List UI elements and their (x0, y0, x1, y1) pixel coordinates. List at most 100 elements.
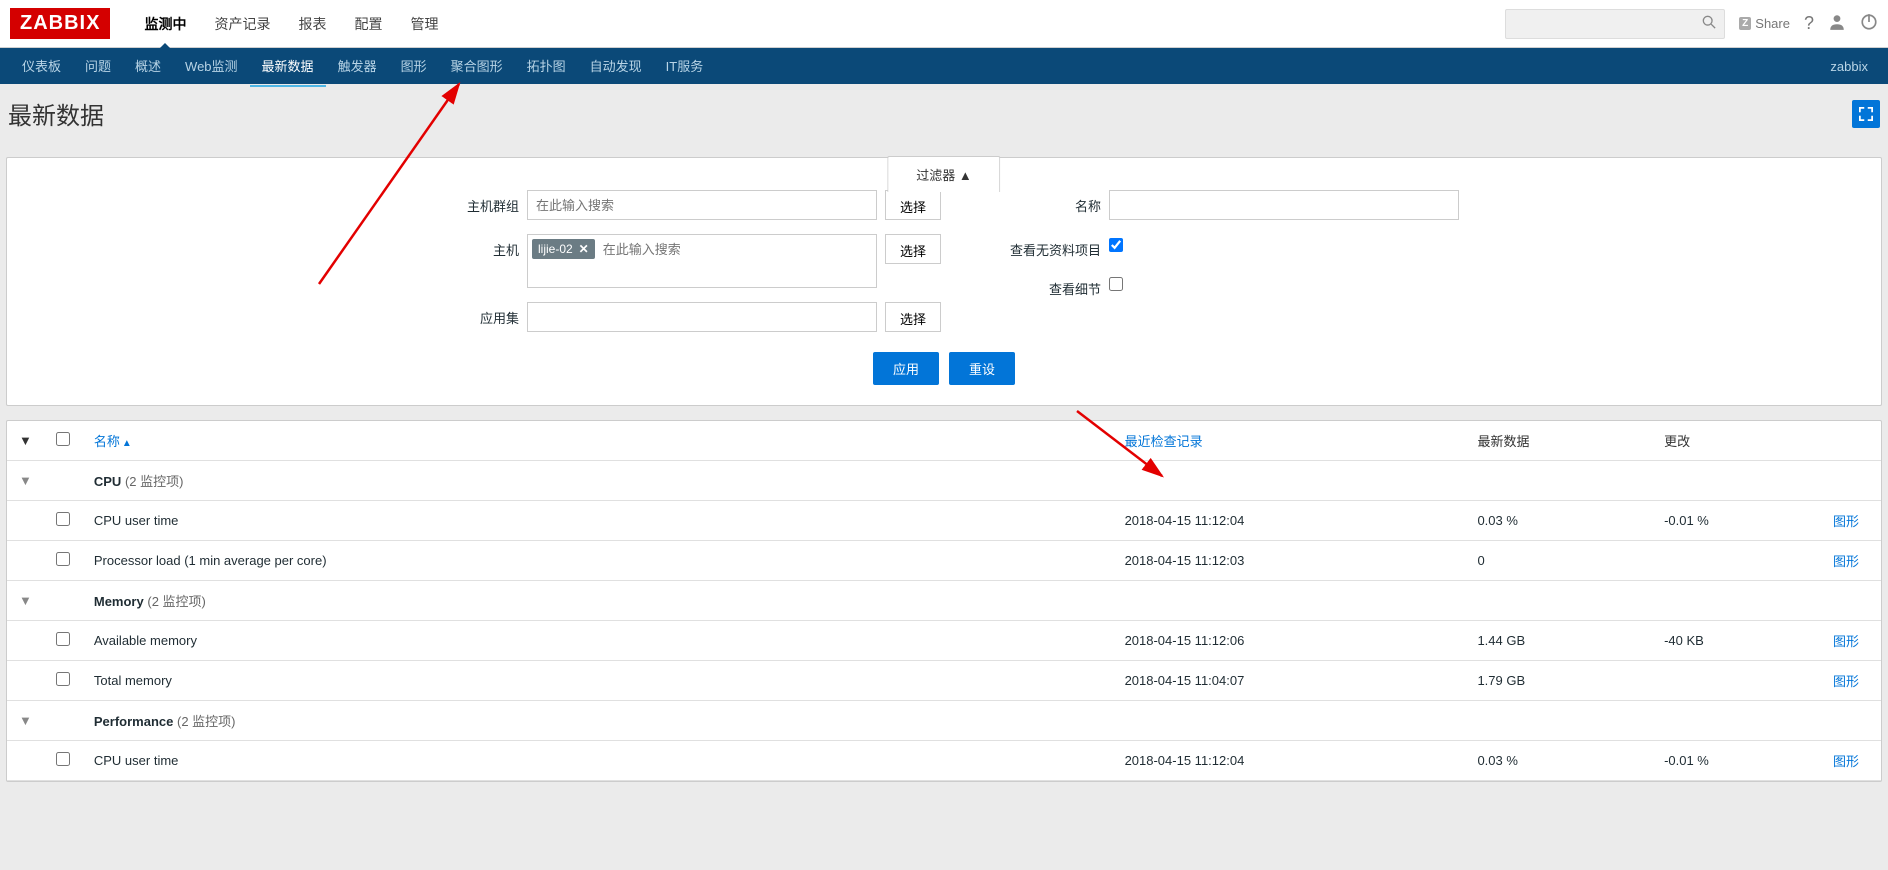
sort-asc-icon: ▲ (122, 438, 132, 449)
table-group-row: ▼ CPU (2 监控项) (7, 461, 1881, 501)
table-row: CPU user time2018-04-15 11:12:040.03 %-0… (7, 501, 1881, 541)
graph-link[interactable]: 图形 (1833, 634, 1859, 649)
group-name: Performance (94, 714, 173, 729)
col-lastcheck[interactable]: 最近检查记录 (1113, 421, 1466, 461)
cell-change (1652, 541, 1821, 581)
cell-lastcheck: 2018-04-15 11:12:06 (1113, 621, 1466, 661)
logo[interactable]: ZABBIX (10, 8, 110, 39)
group-count: (2 监控项) (125, 474, 184, 489)
app-input[interactable] (527, 302, 877, 332)
cell-latest: 1.44 GB (1465, 621, 1652, 661)
cell-change (1652, 661, 1821, 701)
graph-link[interactable]: 图形 (1833, 514, 1859, 529)
search-icon[interactable] (1694, 15, 1724, 32)
sub-nav-item[interactable]: 问题 (73, 46, 123, 87)
expand-all-toggle[interactable]: ▼ (7, 421, 44, 461)
top-nav-item[interactable]: 资产记录 (200, 0, 284, 48)
sub-nav-item[interactable]: 拓扑图 (515, 46, 578, 87)
cell-name: Total memory (82, 661, 1113, 701)
nodata-checkbox[interactable] (1109, 238, 1123, 252)
hostgroup-field[interactable] (532, 195, 872, 215)
graph-link[interactable]: 图形 (1833, 554, 1859, 569)
fullscreen-button[interactable] (1852, 100, 1880, 128)
sub-nav-item[interactable]: 图形 (389, 46, 439, 87)
col-name[interactable]: 名称▲ (82, 421, 1113, 461)
name-input[interactable] (1109, 190, 1459, 220)
expand-toggle[interactable]: ▼ (7, 581, 44, 621)
sub-nav-item[interactable]: Web监测 (173, 46, 250, 87)
cell-change: -0.01 % (1652, 741, 1821, 781)
row-checkbox[interactable] (56, 752, 70, 766)
table-group-row: ▼ Memory (2 监控项) (7, 581, 1881, 621)
sub-nav-item[interactable]: 自动发现 (578, 46, 654, 87)
host-select-button[interactable]: 选择 (885, 234, 941, 264)
col-change: 更改 (1652, 421, 1821, 461)
apply-button[interactable]: 应用 (873, 352, 939, 385)
row-checkbox[interactable] (56, 672, 70, 686)
top-nav-item[interactable]: 管理 (396, 0, 452, 48)
top-nav-item[interactable]: 监测中 (130, 0, 200, 48)
name-label: 名称 (981, 190, 1101, 215)
global-search[interactable] (1505, 9, 1725, 39)
hostgroup-label: 主机群组 (429, 190, 519, 215)
filter-panel: 主机群组 选择 主机 lijie-02 ✕ 选择 (6, 157, 1882, 406)
group-name: CPU (94, 474, 121, 489)
cell-latest: 0 (1465, 541, 1652, 581)
expand-toggle[interactable]: ▼ (7, 701, 44, 741)
table-row: CPU user time2018-04-15 11:12:040.03 %-0… (7, 741, 1881, 781)
expand-toggle[interactable]: ▼ (7, 461, 44, 501)
sub-nav-item[interactable]: 触发器 (326, 46, 389, 87)
cell-change: -40 KB (1652, 621, 1821, 661)
sub-nav: 仪表板问题概述Web监测最新数据触发器图形聚合图形拓扑图自动发现IT服务 (10, 46, 1820, 87)
help-icon[interactable]: ? (1804, 13, 1814, 34)
subnav-right-label: zabbix (1820, 59, 1878, 74)
select-all-checkbox[interactable] (56, 432, 70, 446)
user-icon[interactable] (1828, 13, 1846, 34)
data-table: ▼ 名称▲ 最近检查记录 最新数据 更改 ▼ CPU (2 监控项) CPU use… (7, 421, 1881, 781)
cell-lastcheck: 2018-04-15 11:04:07 (1113, 661, 1466, 701)
sub-nav-item[interactable]: 聚合图形 (439, 46, 515, 87)
host-tag-label: lijie-02 (538, 242, 573, 256)
page-title: 最新数据 (8, 96, 1852, 131)
cell-change: -0.01 % (1652, 501, 1821, 541)
cell-name: Processor load (1 min average per core) (82, 541, 1113, 581)
app-label: 应用集 (429, 302, 519, 327)
table-row: Total memory2018-04-15 11:04:071.79 GB图形 (7, 661, 1881, 701)
row-checkbox[interactable] (56, 632, 70, 646)
cell-name: Available memory (82, 621, 1113, 661)
details-checkbox[interactable] (1109, 277, 1123, 291)
sub-nav-item[interactable]: 仪表板 (10, 46, 73, 87)
cell-latest: 0.03 % (1465, 741, 1652, 781)
top-nav-item[interactable]: 配置 (340, 0, 396, 48)
sub-nav-item[interactable]: 概述 (123, 46, 173, 87)
group-count: (2 监控项) (147, 594, 206, 609)
col-latest: 最新数据 (1465, 421, 1652, 461)
hostgroup-select-button[interactable]: 选择 (885, 190, 941, 220)
share-button[interactable]: Z Share (1739, 16, 1790, 31)
graph-link[interactable]: 图形 (1833, 674, 1859, 689)
group-name: Memory (94, 594, 144, 609)
sub-nav-item[interactable]: IT服务 (654, 46, 716, 87)
reset-button[interactable]: 重设 (949, 352, 1015, 385)
nodata-label: 查看无资料项目 (981, 234, 1101, 259)
power-icon[interactable] (1860, 13, 1878, 34)
top-nav-item[interactable]: 报表 (284, 0, 340, 48)
host-field[interactable] (599, 239, 872, 259)
search-input[interactable] (1506, 17, 1694, 31)
table-group-row: ▼Performance (2 监控项) (7, 701, 1881, 741)
graph-link[interactable]: 图形 (1833, 754, 1859, 769)
app-select-button[interactable]: 选择 (885, 302, 941, 332)
sub-nav-item[interactable]: 最新数据 (250, 46, 326, 87)
hostgroup-input[interactable] (527, 190, 877, 220)
share-label: Share (1755, 16, 1790, 31)
z-icon: Z (1739, 17, 1751, 30)
host-input[interactable]: lijie-02 ✕ (527, 234, 877, 288)
table-row: Processor load (1 min average per core)2… (7, 541, 1881, 581)
filter-tab[interactable]: 过滤器 ▲ (887, 156, 1000, 192)
host-tag[interactable]: lijie-02 ✕ (532, 239, 595, 259)
cell-lastcheck: 2018-04-15 11:12:04 (1113, 741, 1466, 781)
close-icon[interactable]: ✕ (579, 242, 589, 256)
row-checkbox[interactable] (56, 512, 70, 526)
row-checkbox[interactable] (56, 552, 70, 566)
cell-latest: 0.03 % (1465, 501, 1652, 541)
